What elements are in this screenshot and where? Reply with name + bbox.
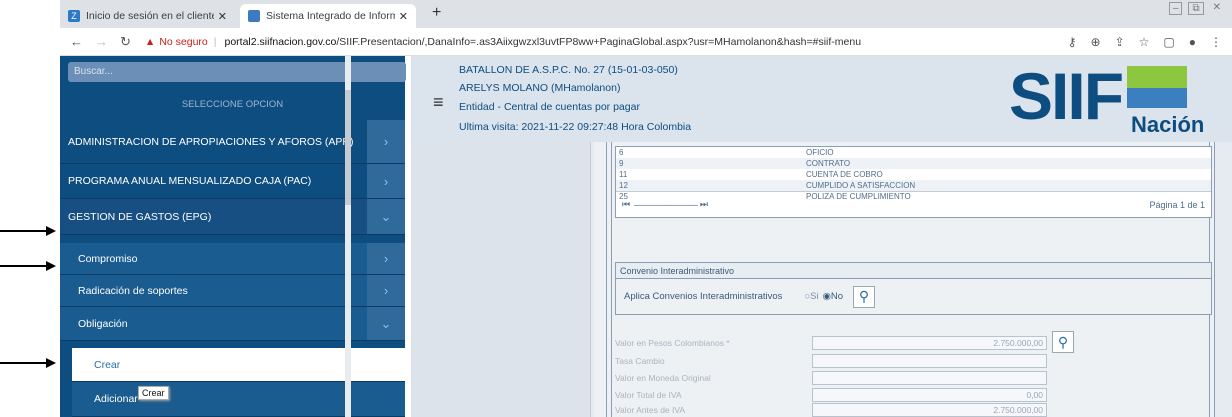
page-header: ≡ BATALLON DE A.S.P.C. No. 27 (15-01-03-… bbox=[411, 56, 1232, 142]
field-label: Valor Total de IVA bbox=[615, 390, 682, 400]
warning-icon: ▲ bbox=[144, 35, 156, 48]
tab-title: Sistema Integrado de Información bbox=[266, 10, 395, 22]
header-user: ARELYS MOLANO (MHamolanon) bbox=[459, 82, 621, 94]
address-bar: ← → ↻ ▲ No seguro | portal2.siifnacion.g… bbox=[60, 28, 1232, 56]
header-unit: BATALLON DE A.S.P.C. No. 27 (15-01-03-05… bbox=[459, 64, 678, 76]
radio-no[interactable]: ◉No bbox=[823, 291, 843, 302]
chevron-down-icon: ⌄ bbox=[367, 307, 405, 340]
close-tab-icon[interactable]: ✕ bbox=[218, 10, 227, 23]
menu-item-radicacion[interactable]: Radicación de soportes › bbox=[60, 275, 405, 307]
documents-grid: 6 OFICIO 9 CONTRATO 11 CUENTA DE COBRO 12 CU… bbox=[615, 146, 1212, 218]
section-header: SELECCIONE OPCION bbox=[181, 99, 284, 110]
back-icon[interactable]: ← bbox=[70, 34, 83, 50]
menu-item-compromiso[interactable]: Compromiso › bbox=[60, 243, 405, 275]
annotation-arrow-1 bbox=[0, 226, 56, 236]
new-tab-icon[interactable]: + bbox=[432, 4, 441, 22]
header-last-visit: Ultima visita: 2021-11-22 09:27:48 Hora … bbox=[459, 121, 692, 133]
browser-tab-1[interactable]: Z Inicio de sesión en el cliente web ✕ bbox=[60, 4, 235, 28]
field-label: Valor Antes de IVA bbox=[615, 405, 686, 415]
hamburger-menu-icon[interactable]: ≡ bbox=[433, 92, 444, 113]
menu-item-crear[interactable]: Crear bbox=[72, 348, 405, 382]
chevron-right-icon: › bbox=[367, 164, 405, 198]
valor-moneda-input[interactable] bbox=[812, 371, 1047, 385]
table-row[interactable]: 6 OFICIO bbox=[616, 147, 1211, 158]
search-icon: ⚲ bbox=[858, 288, 870, 304]
window-controls: – ⧉ ✕ bbox=[1168, 2, 1224, 15]
reload-icon[interactable]: ↻ bbox=[120, 34, 131, 50]
url-field[interactable]: portal2.siifnacion.gov.co/SIIF.Presentac… bbox=[225, 36, 915, 48]
page-indicator: Página 1 de 1 bbox=[1149, 199, 1205, 210]
sidebar-menu: Buscar... SELECCIONE OPCION ADMINISTRACI… bbox=[60, 56, 406, 417]
table-row[interactable]: 12 CUMPLIDO A SATISFACCION bbox=[616, 180, 1211, 191]
siif-tab-icon bbox=[248, 10, 260, 22]
grid-pager: ⏮ ────────── ⏭ Página 1 de 1 bbox=[616, 191, 1211, 217]
tasa-cambio-input[interactable] bbox=[812, 354, 1047, 368]
menu-item-apr[interactable]: ADMINISTRACION DE APROPIACIONES Y AFOROS… bbox=[60, 120, 405, 164]
key-icon[interactable]: ⚷ bbox=[1068, 35, 1077, 49]
chevron-right-icon: › bbox=[367, 120, 405, 163]
zoom-icon[interactable]: ⊕ bbox=[1091, 35, 1101, 49]
header-entity: Entidad - Central de cuentas por pagar bbox=[459, 101, 640, 113]
menu-item-pac[interactable]: PROGRAMA ANUAL MENSUALIZADO CAJA (PAC) › bbox=[60, 164, 405, 199]
convenio-header: Convenio Interadministrativo bbox=[615, 262, 1212, 279]
search-button[interactable]: ⚲ bbox=[853, 285, 876, 308]
tooltip: Crear bbox=[138, 386, 169, 400]
minimize-icon[interactable]: – bbox=[1168, 2, 1183, 15]
annotation-arrow-3 bbox=[0, 358, 56, 368]
last-page-icon[interactable]: ⏭ bbox=[700, 199, 708, 210]
search-icon: ⚲ bbox=[1057, 333, 1069, 350]
chevron-down-icon: ⌄ bbox=[367, 199, 405, 234]
zimbra-icon: Z bbox=[68, 10, 80, 22]
search-button[interactable]: ⚲ bbox=[1052, 331, 1074, 353]
close-tab-icon[interactable]: ✕ bbox=[399, 10, 408, 23]
forward-icon[interactable]: → bbox=[95, 34, 108, 50]
sidebar-scrollbar[interactable] bbox=[345, 90, 351, 205]
tab-title: Inicio de sesión en el cliente web bbox=[86, 10, 214, 22]
left-pane bbox=[411, 142, 591, 417]
menu-item-epg[interactable]: GESTION DE GASTOS (EPG) ⌄ bbox=[60, 199, 405, 235]
not-secure-badge[interactable]: ▲ No seguro bbox=[145, 36, 208, 48]
field-label: Valor en Pesos Colombianos * bbox=[615, 338, 730, 348]
search-input[interactable]: Buscar... bbox=[68, 62, 406, 82]
siif-nacion-logo: SIIF Nación bbox=[1009, 59, 1205, 137]
menu-dots-icon[interactable]: ⋮ bbox=[1210, 35, 1222, 49]
restore-icon[interactable]: ⧉ bbox=[1188, 2, 1204, 15]
main-content: 6 OFICIO 9 CONTRATO 11 CUENTA DE COBRO 12 CU… bbox=[411, 142, 1232, 417]
valor-iva-input[interactable]: 0,00 bbox=[812, 388, 1047, 402]
chevron-right-icon: › bbox=[367, 275, 405, 306]
menu-item-obligacion[interactable]: Obligación ⌄ bbox=[60, 307, 405, 341]
field-label: Tasa Cambio bbox=[615, 356, 665, 366]
close-window-icon[interactable]: ✕ bbox=[1210, 2, 1224, 15]
convenio-body: Aplica Convenios Interadministrativos ○S… bbox=[615, 279, 1212, 315]
table-row[interactable]: 9 CONTRATO bbox=[616, 158, 1211, 169]
radio-si[interactable]: ○Si bbox=[804, 291, 818, 302]
convenio-label: Aplica Convenios Interadministrativos bbox=[624, 291, 783, 302]
bookmark-star-icon[interactable]: ☆ bbox=[1139, 35, 1150, 49]
sidebar-panel-icon[interactable]: ▢ bbox=[1163, 35, 1174, 49]
valor-pesos-input[interactable]: 2.750.000,00 bbox=[812, 336, 1047, 350]
browser-tab-2[interactable]: Sistema Integrado de Información ✕ bbox=[240, 4, 416, 28]
share-icon[interactable]: ⇪ bbox=[1115, 35, 1125, 49]
browser-tab-bar: Z Inicio de sesión en el cliente web ✕ S… bbox=[60, 0, 1232, 28]
menu-item-adicionar[interactable]: Adicionar bbox=[72, 382, 405, 417]
profile-icon[interactable]: ● bbox=[1189, 35, 1196, 49]
valor-antes-iva-input[interactable]: 2.750.000,00 bbox=[812, 403, 1047, 417]
annotation-arrow-2 bbox=[0, 261, 56, 271]
pager-slider[interactable]: ────────── bbox=[634, 200, 698, 210]
first-page-icon[interactable]: ⏮ bbox=[622, 199, 630, 210]
table-row[interactable]: 11 CUENTA DE COBRO bbox=[616, 169, 1211, 180]
chevron-right-icon: › bbox=[367, 243, 405, 274]
field-label: Valor en Moneda Original bbox=[615, 373, 711, 383]
